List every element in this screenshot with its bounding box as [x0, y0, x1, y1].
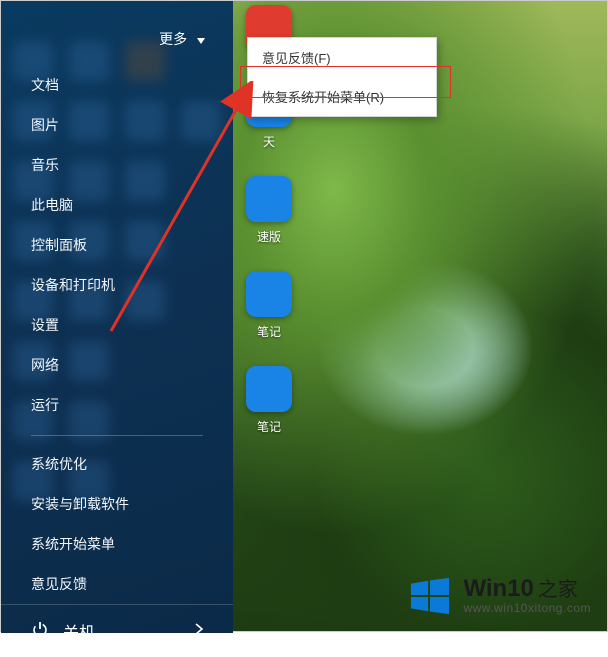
menu-item-documents[interactable]: 文档 — [31, 65, 203, 105]
power-bar: 关机 — [1, 604, 233, 657]
watermark-title: Win10之家 — [463, 577, 591, 601]
menu-item-devices-printers[interactable]: 设备和打印机 — [31, 265, 203, 305]
desktop-icon[interactable] — [246, 176, 292, 222]
desktop-icon-label: 天 — [239, 133, 299, 150]
desktop-icon[interactable] — [246, 271, 292, 317]
context-item-feedback[interactable]: 意见反馈(F) — [248, 38, 436, 77]
desktop-icon-label: 速版 — [239, 228, 299, 245]
menu-item-settings[interactable]: 设置 — [31, 305, 203, 345]
menu-item-control-panel[interactable]: 控制面板 — [31, 225, 203, 265]
chevron-down-icon — [197, 31, 205, 47]
start-menu-panel: 更多 文档 图片 音乐 此电脑 控制面板 设备和打印机 设置 网络 运行 系统优… — [1, 1, 233, 633]
menu-item-network[interactable]: 网络 — [31, 345, 203, 385]
menu-divider — [31, 435, 203, 436]
power-icon[interactable] — [31, 620, 49, 643]
context-menu: 意见反馈(F) 恢复系统开始菜单(R) — [247, 37, 437, 117]
menu-item-run[interactable]: 运行 — [31, 385, 203, 425]
context-item-restore-start[interactable]: 恢复系统开始菜单(R) — [248, 77, 436, 116]
menu-item-system-start-menu[interactable]: 系统开始菜单 — [31, 524, 203, 564]
menu-item-system-optimize[interactable]: 系统优化 — [31, 444, 203, 484]
more-label: 更多 — [159, 31, 187, 47]
shutdown-label[interactable]: 关机 — [63, 619, 95, 643]
menu-item-this-pc[interactable]: 此电脑 — [31, 185, 203, 225]
menu-item-install-uninstall[interactable]: 安装与卸载软件 — [31, 484, 203, 524]
menu-item-pictures[interactable]: 图片 — [31, 105, 203, 145]
windows-logo-icon — [409, 575, 451, 617]
chevron-right-icon[interactable] — [195, 622, 203, 640]
desktop-icon-label: 笔记 — [239, 323, 299, 340]
watermark: Win10之家 www.win10xitong.com — [409, 575, 591, 617]
desktop-icon[interactable] — [246, 366, 292, 412]
start-menu-list: 文档 图片 音乐 此电脑 控制面板 设备和打印机 设置 网络 运行 系统优化 安… — [1, 57, 233, 604]
menu-item-music[interactable]: 音乐 — [31, 145, 203, 185]
desktop-icon-label: 笔记 — [239, 418, 299, 435]
more-button[interactable]: 更多 — [1, 1, 233, 57]
watermark-url: www.win10xitong.com — [463, 601, 591, 616]
menu-item-feedback[interactable]: 意见反馈 — [31, 564, 203, 604]
